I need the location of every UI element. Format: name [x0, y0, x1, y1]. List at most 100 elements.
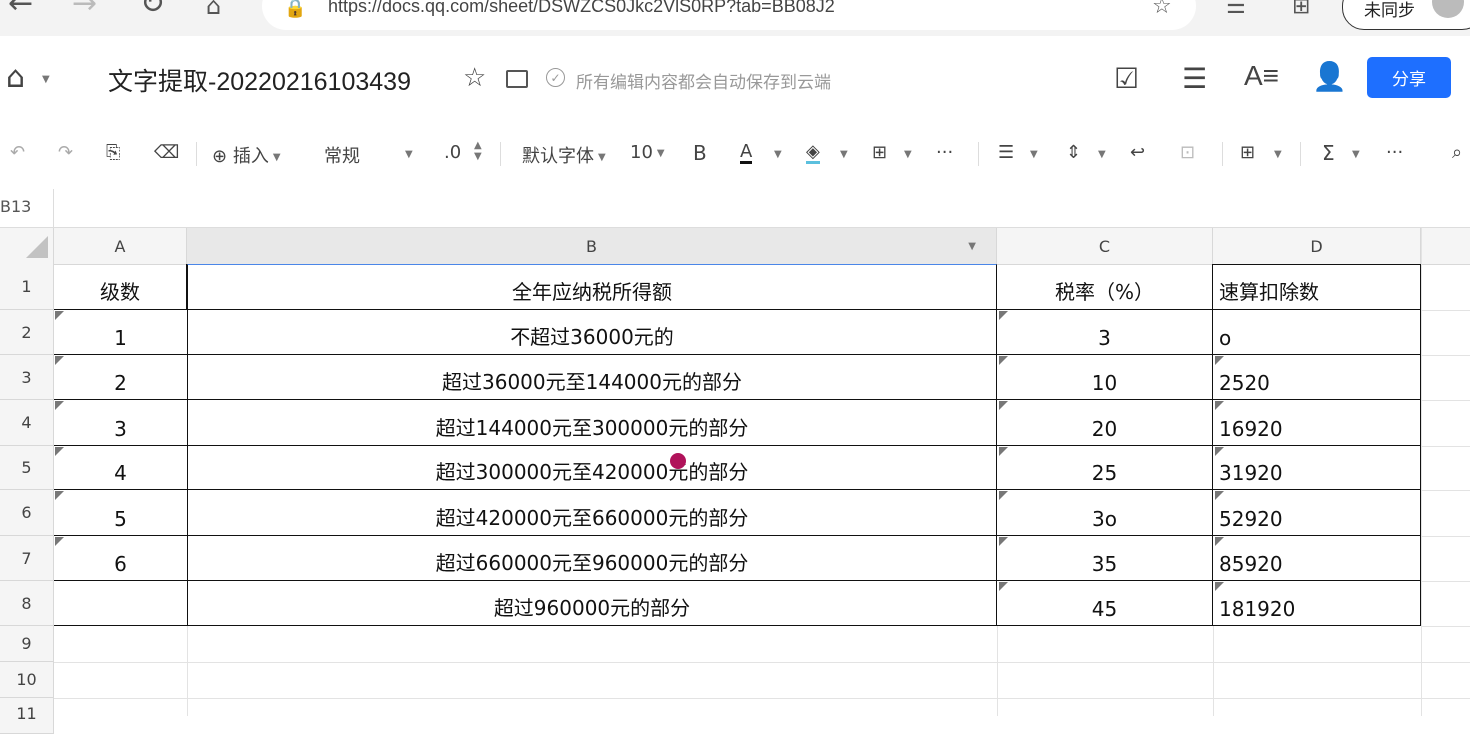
chevron-down-icon[interactable]: ▼: [840, 149, 848, 160]
freeze-icon[interactable]: ⊞: [1240, 142, 1255, 163]
text-format-icon[interactable]: A≡: [1244, 60, 1279, 92]
row-header-2[interactable]: 2: [0, 310, 54, 355]
table-cell[interactable]: 2520: [1213, 355, 1421, 400]
merge-cells-icon[interactable]: ⊡: [1180, 142, 1195, 163]
column-header-d[interactable]: D: [1213, 228, 1421, 264]
fill-color-icon[interactable]: ◈: [806, 142, 820, 164]
url-text[interactable]: https://docs.qq.com/sheet/DSWZCS0Jkc2VlS…: [328, 0, 835, 17]
more-button[interactable]: ···: [936, 142, 953, 163]
font-size-select[interactable]: 10 ▼: [630, 142, 665, 163]
table-cell[interactable]: 超过36000元至144000元的部分: [187, 355, 997, 400]
reload-icon[interactable]: ↻: [140, 0, 165, 21]
table-cell[interactable]: 4: [54, 446, 187, 490]
insert-button[interactable]: ⊕ 插入 ▼: [212, 142, 281, 168]
home-icon[interactable]: ⌂: [6, 60, 25, 95]
table-cell[interactable]: 25: [997, 446, 1213, 490]
number-format-select[interactable]: 常规: [324, 142, 360, 168]
decimal-label[interactable]: .0: [444, 142, 461, 163]
table-cell[interactable]: 3: [997, 310, 1213, 355]
menu-icon[interactable]: ☰: [1182, 62, 1207, 95]
formula-bar[interactable]: [0, 189, 1470, 228]
chevron-down-icon[interactable]: ▼: [42, 74, 50, 85]
chevron-down-icon[interactable]: ▼: [1352, 149, 1360, 160]
column-header-b[interactable]: B ▼: [187, 228, 997, 264]
add-user-icon[interactable]: 👤: [1312, 60, 1347, 93]
row-header-5[interactable]: 5: [0, 446, 54, 490]
table-cell[interactable]: [54, 581, 187, 626]
more-button[interactable]: ···: [1386, 142, 1403, 163]
redo-icon[interactable]: ↷: [58, 142, 73, 163]
table-cell[interactable]: 52920: [1213, 490, 1421, 536]
border-icon[interactable]: ⊞: [872, 142, 887, 163]
star-icon[interactable]: ☆: [463, 63, 486, 93]
row-header-11[interactable]: 11: [0, 698, 54, 734]
table-cell[interactable]: 85920: [1213, 536, 1421, 581]
collections-icon[interactable]: ⊞: [1292, 0, 1310, 19]
table-cell[interactable]: o: [1213, 310, 1421, 355]
row-header-8[interactable]: 8: [0, 581, 54, 626]
font-family-select[interactable]: 默认字体 ▼: [522, 142, 606, 168]
table-cell[interactable]: 3: [54, 400, 187, 446]
table-cell[interactable]: 超过960000元的部分: [187, 581, 997, 626]
share-button[interactable]: 分享: [1367, 57, 1451, 98]
table-cell[interactable]: 超过660000元至960000元的部分: [187, 536, 997, 581]
chevron-down-icon[interactable]: ▼: [774, 149, 782, 160]
row-header-1[interactable]: 1: [0, 264, 54, 310]
table-header-cell[interactable]: 速算扣除数: [1213, 264, 1421, 310]
back-icon[interactable]: ←: [8, 0, 33, 21]
font-color-button[interactable]: A: [740, 142, 753, 164]
row-header-7[interactable]: 7: [0, 536, 54, 581]
select-all-corner[interactable]: [0, 228, 54, 264]
cell-reference[interactable]: B13: [0, 197, 31, 216]
page-title[interactable]: 文字提取-20220216103439: [108, 62, 411, 98]
table-cell[interactable]: 2: [54, 355, 187, 400]
table-header-cell[interactable]: 全年应纳税所得额: [187, 264, 997, 310]
table-cell[interactable]: 31920: [1213, 446, 1421, 490]
lock-icon[interactable]: 🔒: [284, 0, 306, 19]
table-cell[interactable]: 45: [997, 581, 1213, 626]
row-header-10[interactable]: 10: [0, 662, 54, 698]
chevron-down-icon[interactable]: ▼: [968, 241, 976, 252]
search-icon[interactable]: ⌕: [1452, 142, 1462, 163]
clear-format-icon[interactable]: ⌫: [154, 142, 179, 163]
favorites-icon[interactable]: ☰: [1226, 0, 1246, 19]
sum-icon[interactable]: Σ: [1322, 141, 1335, 165]
bold-button[interactable]: B: [693, 141, 707, 165]
align-icon[interactable]: ☰: [998, 142, 1014, 163]
table-cell[interactable]: 超过420000元至660000元的部分: [187, 490, 997, 536]
column-header-a[interactable]: A: [54, 228, 187, 264]
table-cell[interactable]: 5: [54, 490, 187, 536]
row-header-6[interactable]: 6: [0, 490, 54, 536]
chevron-down-icon[interactable]: ▼: [904, 149, 912, 160]
table-cell[interactable]: 20: [997, 400, 1213, 446]
table-cell[interactable]: 不超过36000元的: [187, 310, 997, 355]
column-header-c[interactable]: C: [997, 228, 1213, 264]
row-header-9[interactable]: 9: [0, 626, 54, 662]
format-painter-icon[interactable]: ⎘: [106, 142, 120, 163]
row-header-3[interactable]: 3: [0, 355, 54, 400]
table-header-cell[interactable]: 级数: [54, 264, 187, 310]
table-cell[interactable]: 超过144000元至300000元的部分: [187, 400, 997, 446]
chevron-down-icon[interactable]: ▼: [1030, 149, 1038, 160]
table-header-cell[interactable]: 税率（%）: [997, 264, 1213, 310]
table-cell[interactable]: 3o: [997, 490, 1213, 536]
wrap-text-icon[interactable]: ↩: [1130, 142, 1145, 163]
table-cell[interactable]: 35: [997, 536, 1213, 581]
table-cell[interactable]: 6: [54, 536, 187, 581]
table-cell[interactable]: 1: [54, 310, 187, 355]
table-cell[interactable]: 181920: [1213, 581, 1421, 626]
forward-icon[interactable]: →: [72, 0, 97, 21]
add-favorite-icon[interactable]: ☆: [1152, 0, 1172, 19]
chevron-down-icon[interactable]: ▼: [1098, 149, 1106, 160]
task-check-icon[interactable]: ☑: [1114, 62, 1139, 95]
row-header-4[interactable]: 4: [0, 400, 54, 446]
vertical-align-icon[interactable]: ⇕: [1066, 142, 1081, 163]
home-icon[interactable]: ⌂: [206, 0, 221, 20]
table-cell[interactable]: 10: [997, 355, 1213, 400]
chevron-down-icon[interactable]: ▼: [1274, 149, 1282, 160]
move-folder-icon[interactable]: [506, 70, 528, 88]
chevron-down-icon[interactable]: ▼: [405, 149, 413, 160]
decimal-stepper-icon[interactable]: ▲ ▼: [474, 140, 482, 162]
table-cell[interactable]: 超过300000元至420000元的部分: [187, 446, 997, 490]
undo-icon[interactable]: ↶: [10, 142, 25, 163]
